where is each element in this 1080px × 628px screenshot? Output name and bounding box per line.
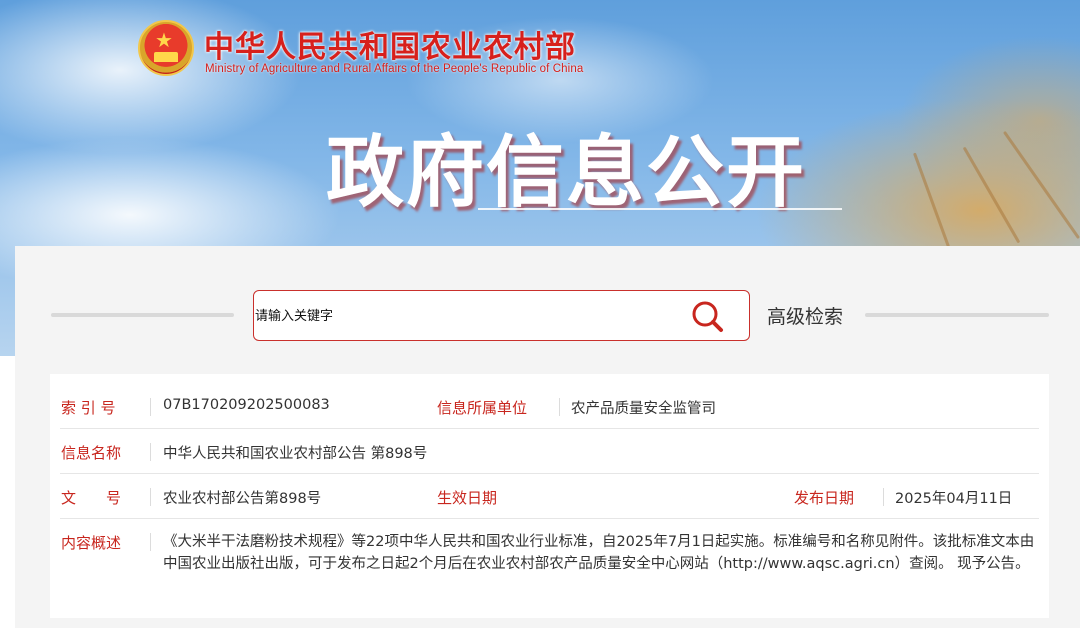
column-divider (150, 533, 151, 551)
index-number-value: 07B170209202500083 (163, 397, 330, 413)
search-divider-left (51, 313, 234, 317)
info-table: 索 引 号 07B170209202500083 信息所属单位 农产品质量安全监… (50, 374, 1049, 618)
row-divider (60, 518, 1039, 519)
owner-unit-label: 信息所属单位 (437, 399, 528, 417)
wheat-decoration (962, 146, 1021, 244)
search-divider-right (865, 313, 1049, 317)
effective-date-label: 生效日期 (437, 489, 498, 507)
search-input[interactable] (255, 303, 675, 329)
doc-number-value: 农业农村部公告第898号 (163, 491, 322, 507)
row-divider (60, 428, 1039, 429)
doc-number-label: 文 号 (61, 489, 122, 507)
column-divider (559, 398, 560, 416)
row-divider (60, 473, 1039, 474)
column-divider (150, 443, 151, 461)
national-emblem-icon: ★ (138, 20, 194, 76)
ministry-name-cn[interactable]: 中华人民共和国农业农村部 (204, 22, 576, 66)
column-divider (150, 488, 151, 506)
owner-unit-value: 农产品质量安全监管司 (571, 401, 716, 417)
column-divider (883, 488, 884, 506)
ministry-name-en[interactable]: Ministry of Agriculture and Rural Affair… (205, 63, 583, 75)
info-name-value: 中华人民共和国农业农村部公告 第898号 (163, 446, 428, 462)
info-name-label: 信息名称 (61, 444, 122, 462)
wheat-decoration (912, 152, 951, 248)
advanced-search-link[interactable]: 高级检索 (767, 302, 843, 329)
banner-title: 政府信息公开 (326, 127, 807, 218)
publish-date-value: 2025年04月11日 (895, 491, 1013, 507)
search-icon[interactable] (690, 299, 726, 335)
banner-divider (478, 208, 842, 210)
search-box[interactable] (253, 290, 750, 341)
index-number-label: 索 引 号 (61, 399, 116, 417)
column-divider (150, 398, 151, 416)
publish-date-label: 发布日期 (794, 489, 855, 507)
summary-text: 《大米半干法磨粉技术规程》等22项中华人民共和国农业行业标准，自2025年7月1… (163, 534, 1035, 572)
summary-label: 内容概述 (61, 534, 122, 552)
wheat-decoration (1002, 130, 1080, 240)
